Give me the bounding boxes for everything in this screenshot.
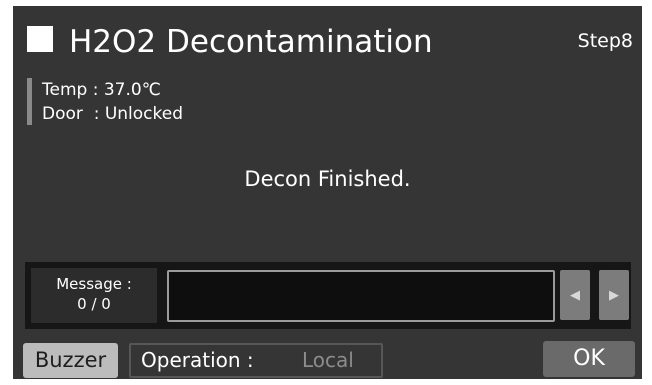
temp-label: Temp	[42, 80, 88, 100]
operation-label: Operation :	[141, 348, 254, 372]
temp-status: Temp : 37.0℃	[42, 80, 161, 100]
temp-value: 37.0℃	[103, 80, 161, 100]
message-display	[167, 270, 555, 322]
title-square-icon	[27, 26, 53, 52]
ok-button[interactable]: OK	[543, 341, 635, 377]
triangle-left-icon: ◀	[570, 287, 580, 303]
decon-screen: H2O2 Decontamination Step8 Temp : 37.0℃ …	[13, 6, 642, 379]
next-message-button[interactable]: ▶	[599, 270, 629, 320]
door-label: Door	[42, 104, 83, 124]
step-indicator: Step8	[577, 30, 633, 52]
status-message: Decon Finished.	[244, 167, 411, 191]
message-label-box: Message : 0 / 0	[31, 268, 157, 323]
message-count: 0 / 0	[77, 295, 111, 313]
triangle-right-icon: ▶	[609, 287, 619, 303]
message-label: Message :	[56, 275, 132, 293]
buzzer-button[interactable]: Buzzer	[23, 343, 118, 378]
door-status: Door : Unlocked	[42, 104, 184, 124]
door-value: Unlocked	[104, 104, 184, 124]
prev-message-button[interactable]: ◀	[560, 270, 590, 320]
operation-indicator: Operation : Local	[129, 343, 383, 378]
page-title: H2O2 Decontamination	[69, 24, 433, 60]
message-panel: Message : 0 / 0 ◀ ▶	[25, 262, 631, 329]
status-accent-bar	[27, 78, 32, 125]
operation-value: Local	[302, 348, 354, 372]
